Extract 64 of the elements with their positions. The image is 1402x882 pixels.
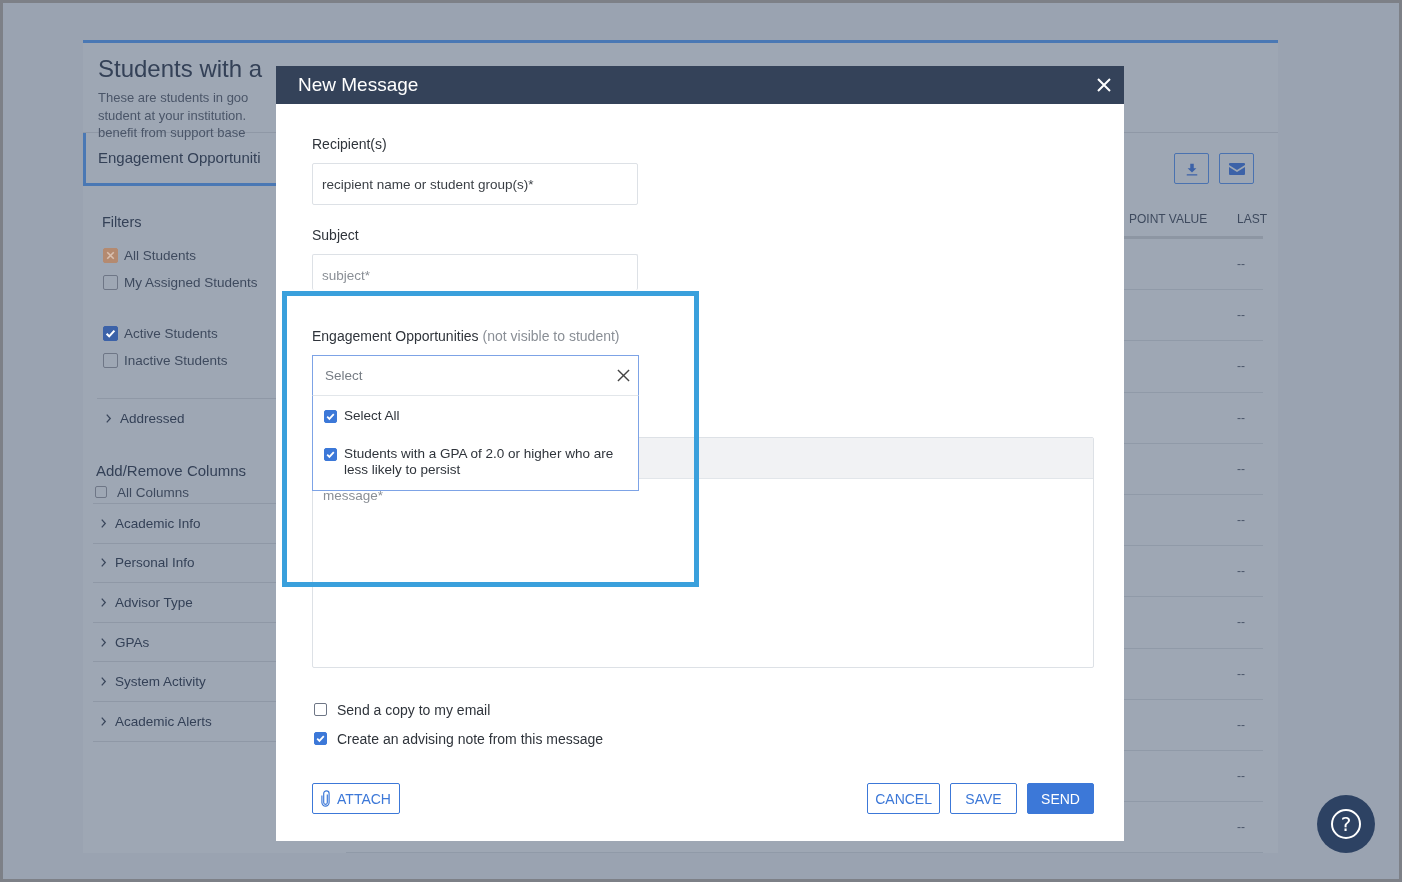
option-label: Create an advising note from this message xyxy=(337,730,604,747)
send-button[interactable]: SEND xyxy=(1027,783,1094,814)
option-label: Send a copy to my email xyxy=(337,701,491,718)
check-icon xyxy=(325,411,336,422)
table-cell-text: -- xyxy=(1237,513,1246,528)
email-button[interactable] xyxy=(1219,153,1254,184)
paperclip-icon xyxy=(321,789,331,808)
check-icon xyxy=(315,733,326,744)
engagement-select[interactable]: Select xyxy=(312,355,639,396)
checkbox[interactable] xyxy=(324,410,337,423)
all-columns-label: All Columns xyxy=(117,484,190,500)
checkbox[interactable] xyxy=(95,486,107,498)
option-label: Select All xyxy=(344,408,400,424)
table-cell-text: -- xyxy=(1237,410,1246,425)
dialog-button[interactable]: CANCEL xyxy=(867,783,940,814)
checkbox[interactable] xyxy=(103,353,118,368)
filter-label: All Students xyxy=(124,248,197,263)
table-cell-text: -- xyxy=(1237,717,1246,732)
field-hint: (not visible to student) xyxy=(482,328,620,344)
dialog-button[interactable]: SAVE xyxy=(950,783,1017,814)
table-cell-text: -- xyxy=(1237,615,1246,630)
table-cell-text: -- xyxy=(1237,461,1246,476)
clear-icon[interactable] xyxy=(617,369,630,382)
recipient-field[interactable]: recipient name or student group(s)* xyxy=(312,163,638,205)
field-label: Recipient(s) xyxy=(312,136,388,152)
checkbox[interactable] xyxy=(103,275,118,290)
mail-icon xyxy=(1228,162,1245,175)
close-icon xyxy=(1096,77,1112,93)
checkbox[interactable] xyxy=(314,703,327,716)
field-label: Engagement Opportunities xyxy=(312,328,479,344)
filter-label: Inactive Students xyxy=(124,353,228,368)
help-button[interactable]: ? xyxy=(1317,795,1375,853)
attach-button[interactable]: ATTACH xyxy=(312,783,400,814)
column-header[interactable]: LAST xyxy=(1237,211,1269,226)
table-cell-text: -- xyxy=(1237,257,1246,272)
download-icon xyxy=(1184,161,1199,176)
page-title: Students with a xyxy=(98,55,264,83)
message-placeholder: message* xyxy=(323,488,384,503)
select-placeholder: Select xyxy=(325,368,363,383)
filter-label: Active Students xyxy=(124,326,218,341)
table-cell-text: -- xyxy=(1237,359,1246,374)
download-button[interactable] xyxy=(1174,153,1209,184)
description-text: student at your institution. xyxy=(98,106,247,124)
table-cell-text: -- xyxy=(1237,666,1246,681)
filters-heading: Filters xyxy=(102,214,143,230)
columns-heading: Add/Remove Columns xyxy=(96,462,248,479)
table-cell-text: -- xyxy=(1237,820,1246,835)
filter-label: My Assigned Students xyxy=(124,275,258,290)
checkbox[interactable] xyxy=(324,448,337,461)
field-label: Subject xyxy=(312,227,360,243)
checkbox[interactable] xyxy=(314,732,327,745)
option-label: Students with a GPA of 2.0 or higher who are less likely to persist xyxy=(344,446,615,478)
table-cell-text: -- xyxy=(1237,308,1246,323)
check-icon xyxy=(325,449,336,460)
table-cell-text: -- xyxy=(1237,768,1246,783)
column-header[interactable]: POINT VALUE xyxy=(1129,211,1237,226)
cross-icon xyxy=(104,249,117,262)
checkbox[interactable] xyxy=(103,326,118,341)
description-text: These are students in goo xyxy=(98,89,249,107)
checkbox[interactable] xyxy=(103,248,118,263)
subject-field[interactable]: subject* xyxy=(312,254,638,290)
dialog-title: New Message xyxy=(298,74,419,96)
table-cell-text: -- xyxy=(1237,564,1246,579)
check-icon xyxy=(104,327,117,340)
